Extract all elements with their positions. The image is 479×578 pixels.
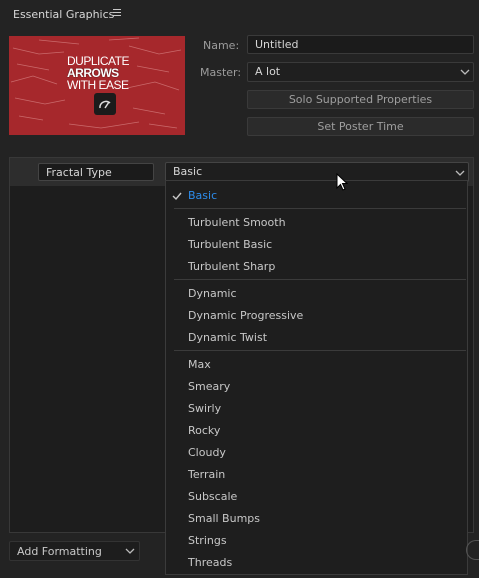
master-select[interactable]: A lot bbox=[247, 62, 474, 82]
chevron-down-icon[interactable] bbox=[455, 168, 465, 178]
master-label: Master: bbox=[200, 66, 242, 79]
thumbnail-title: DUPLICATE ARROWS WITH EASE bbox=[67, 55, 129, 91]
menu-item-small-bumps[interactable]: Small Bumps bbox=[188, 512, 260, 525]
menu-separator bbox=[174, 350, 466, 351]
menu-item-dynamic[interactable]: Dynamic bbox=[188, 287, 237, 300]
menu-item-subscale[interactable]: Subscale bbox=[188, 490, 237, 503]
checkmark-icon bbox=[172, 192, 182, 201]
fractal-type-value: Basic bbox=[173, 165, 203, 178]
chevron-down-icon[interactable] bbox=[125, 546, 135, 556]
panel-header: Essential Graphics bbox=[0, 0, 479, 30]
fractal-type-dropdown-menu: Basic Turbulent Smooth Turbulent Basic T… bbox=[165, 180, 468, 575]
add-formatting-select[interactable]: Add Formatting bbox=[9, 541, 140, 561]
menu-item-basic[interactable]: Basic bbox=[188, 189, 217, 202]
menu-item-turbulent-sharp[interactable]: Turbulent Sharp bbox=[188, 260, 275, 273]
panel-title: Essential Graphics bbox=[13, 8, 115, 21]
fractal-type-select[interactable]: Basic bbox=[165, 162, 469, 182]
menu-item-threads[interactable]: Threads bbox=[188, 556, 232, 569]
thumbnail-line-3: WITH EASE bbox=[67, 78, 129, 92]
menu-item-strings[interactable]: Strings bbox=[188, 534, 227, 547]
add-formatting-label: Add Formatting bbox=[17, 545, 102, 558]
set-poster-time-button[interactable]: Set Poster Time bbox=[247, 117, 474, 136]
hamburger-icon[interactable] bbox=[112, 7, 124, 19]
menu-item-turbulent-smooth[interactable]: Turbulent Smooth bbox=[188, 216, 286, 229]
menu-item-turbulent-basic[interactable]: Turbulent Basic bbox=[188, 238, 272, 251]
menu-item-smeary[interactable]: Smeary bbox=[188, 380, 230, 393]
poster-thumbnail[interactable]: DUPLICATE ARROWS WITH EASE bbox=[9, 36, 185, 135]
menu-item-cloudy[interactable]: Cloudy bbox=[188, 446, 226, 459]
menu-item-dynamic-twist[interactable]: Dynamic Twist bbox=[188, 331, 267, 344]
new-layer-button[interactable] bbox=[466, 540, 479, 560]
chevron-down-icon[interactable] bbox=[460, 67, 470, 77]
menu-separator bbox=[174, 279, 466, 280]
menu-separator bbox=[174, 208, 466, 209]
master-value: A lot bbox=[255, 65, 281, 78]
name-label: Name: bbox=[203, 39, 240, 52]
property-name-field[interactable]: Fractal Type bbox=[38, 163, 154, 181]
mouse-cursor-icon bbox=[336, 173, 348, 191]
menu-item-max[interactable]: Max bbox=[188, 358, 211, 371]
menu-item-dynamic-progressive[interactable]: Dynamic Progressive bbox=[188, 309, 303, 322]
menu-item-swirly[interactable]: Swirly bbox=[188, 402, 221, 415]
menu-item-rocky[interactable]: Rocky bbox=[188, 424, 220, 437]
name-field[interactable]: Untitled bbox=[247, 35, 474, 54]
speed-gauge-icon bbox=[94, 93, 116, 115]
menu-item-terrain[interactable]: Terrain bbox=[188, 468, 225, 481]
solo-supported-properties-button[interactable]: Solo Supported Properties bbox=[247, 90, 474, 109]
